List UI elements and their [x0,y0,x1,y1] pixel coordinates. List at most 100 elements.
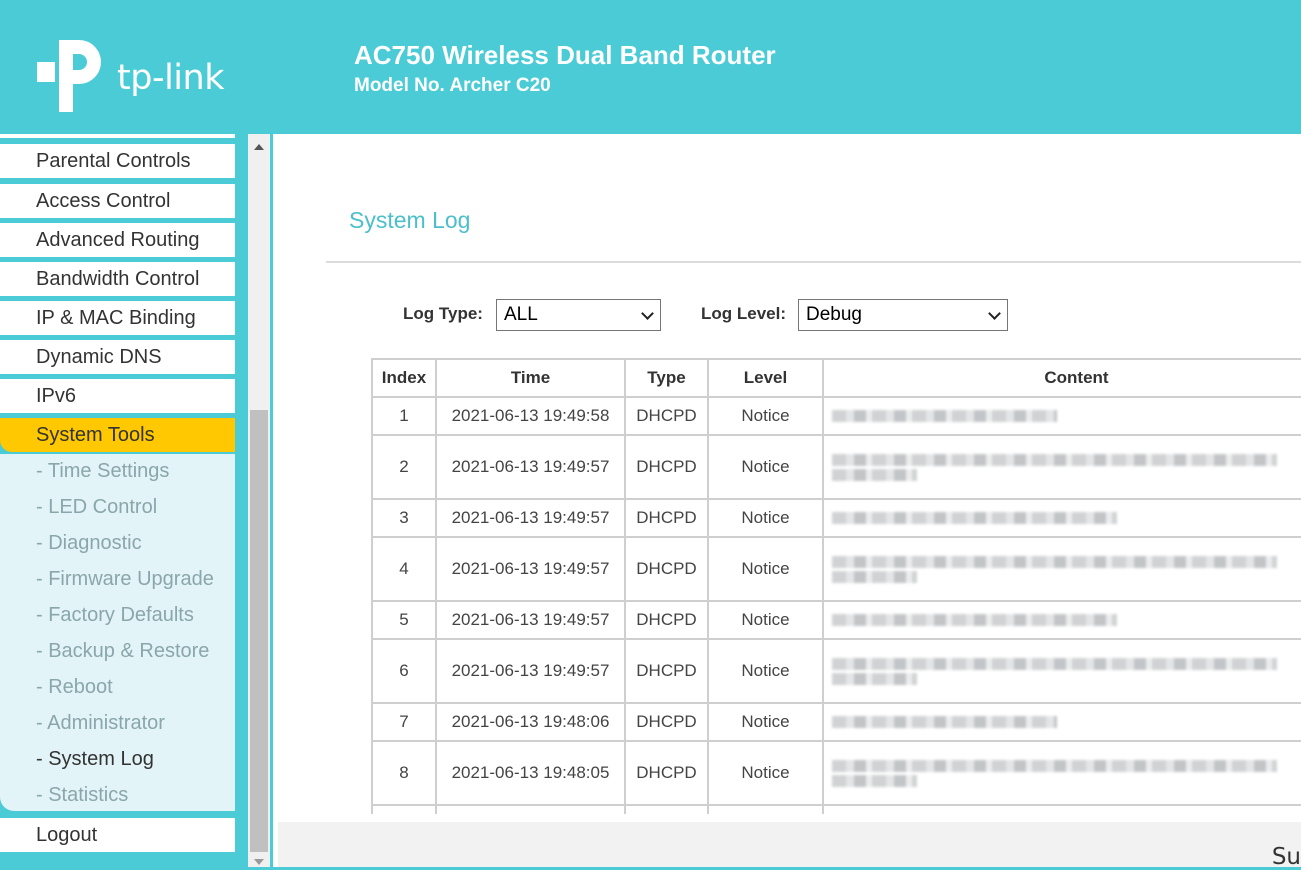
table-row: 7 2021-06-13 19:48:06 DHCPD Notice [371,702,1301,742]
cell-index: 6 [371,638,437,704]
sidebar-item-label: Bandwidth Control [36,268,200,290]
header: tp-link AC750 Wireless Dual Band Router … [0,0,1301,134]
sidebar-item-label: Access Control [36,190,171,212]
sidebar-item-system-tools[interactable]: System Tools [0,418,235,452]
cell-content-redacted [822,396,1301,436]
submenu-item-reboot[interactable]: - Reboot [36,676,113,699]
submenu-item-statistics[interactable]: - Statistics [36,784,128,807]
cell-time: 2021-06-13 19:49:57 [435,498,626,538]
cell-type: DHCPD [624,396,709,436]
main-content: System Log Log Type: ALL Log Level: Debu… [273,134,1301,867]
table-row: 4 2021-06-13 19:49:57 DHCPD Notice [371,536,1301,602]
footer-support-link[interactable]: Su [1272,844,1301,870]
scroll-down-arrow-icon[interactable] [254,859,264,865]
cell-index: 1 [371,396,437,436]
sidebar-item-label: IP & MAC Binding [36,307,196,329]
cell-type: DHCPD [624,740,709,806]
submenu-item-led-control[interactable]: - LED Control [36,496,157,519]
cell-index: 3 [371,498,437,538]
sidebar-item-ipv6[interactable]: IPv6 [0,379,235,413]
sidebar: Parental Controls Access Control Advance… [0,134,235,867]
cell-time: 2021-06-13 19:49:58 [435,396,626,436]
cell-content-redacted [822,600,1301,640]
tp-link-logo[interactable]: tp-link [37,40,237,115]
header-index: Index [371,358,437,398]
cell-content-redacted [822,536,1301,602]
tp-link-logo-icon [37,40,101,112]
table-row: 6 2021-06-13 19:49:57 DHCPD Notice [371,638,1301,704]
sidebar-item-ip-mac-binding[interactable]: IP & MAC Binding [0,301,235,335]
chevron-down-icon [641,307,654,320]
sidebar-item-label: Parental Controls [36,150,191,172]
cell-level: Notice [707,536,824,602]
sidebar-item-parental-controls[interactable]: Parental Controls [0,144,235,178]
log-level-select[interactable]: Debug [798,299,1008,331]
submenu-item-time-settings[interactable]: - Time Settings [36,460,169,483]
log-type-select[interactable]: ALL [496,299,661,331]
log-type-value: ALL [504,304,538,325]
cell-level: Notice [707,702,824,742]
cell-type: DHCPD [624,498,709,538]
table-row: 5 2021-06-13 19:49:57 DHCPD Notice [371,600,1301,640]
header-type: Type [624,358,709,398]
log-level-label: Log Level: [701,304,787,323]
sidebar-item-label: Advanced Routing [36,229,200,251]
table-row: 1 2021-06-13 19:49:58 DHCPD Notice [371,396,1301,436]
brand-name: tp-link [117,58,224,98]
title-divider [326,261,1301,263]
scroll-up-arrow-icon[interactable] [254,144,264,150]
submenu-item-backup-restore[interactable]: - Backup & Restore [36,640,209,663]
cell-content-redacted [822,434,1301,500]
cell-content-redacted [822,638,1301,704]
cell-level: Notice [707,638,824,704]
cell-index: 7 [371,702,437,742]
cell-level: Notice [707,396,824,436]
submenu-item-firmware-upgrade[interactable]: - Firmware Upgrade [36,568,214,591]
logout-label: Logout [36,824,98,846]
cell-time: 2021-06-13 19:49:57 [435,638,626,704]
cell-content-redacted [822,740,1301,806]
header-time: Time [435,358,626,398]
sidebar-item-advanced-routing[interactable]: Advanced Routing [0,223,235,257]
submenu-item-factory-defaults[interactable]: - Factory Defaults [36,604,194,627]
log-table-container[interactable]: Index Time Type Level Content 1 2021-06-… [371,358,1301,814]
logout-button[interactable]: Logout [0,818,235,852]
sidebar-item-bandwidth-control[interactable]: Bandwidth Control [0,262,235,296]
cell-time: 2021-06-13 19:48:06 [435,702,626,742]
cell-index: 2 [371,434,437,500]
cell-type: DHCPD [624,702,709,742]
cell-time: 2021-06-13 19:49:57 [435,536,626,602]
sidebar-item-hidden[interactable] [0,134,235,138]
cell-level: Notice [707,434,824,500]
log-level-value: Debug [806,304,862,325]
cell-time: 2021-06-13 19:48:05 [435,740,626,806]
submenu-item-administrator[interactable]: - Administrator [36,712,165,735]
cell-type: DHCPD [624,638,709,704]
header-level: Level [707,358,824,398]
cell-time: 2021-06-13 19:49:57 [435,434,626,500]
model-number: Model No. Archer C20 [354,75,551,96]
cell-content-redacted [822,498,1301,538]
table-row: 3 2021-06-13 19:49:57 DHCPD Notice [371,498,1301,538]
cell-time: 2021-06-13 19:49:57 [435,600,626,640]
sidebar-item-access-control[interactable]: Access Control [0,184,235,218]
cell-index: 8 [371,740,437,806]
cell-type: DHCPD [624,600,709,640]
sidebar-scrollbar[interactable] [248,134,270,867]
log-table: Index Time Type Level Content 1 2021-06-… [371,358,1301,814]
table-row: 2 2021-06-13 19:49:57 DHCPD Notice [371,434,1301,500]
cell-level: Notice [707,600,824,640]
header-content: Content [822,358,1301,398]
table-header-row: Index Time Type Level Content [371,358,1301,398]
table-row: 8 2021-06-13 19:48:05 DHCPD Notice [371,740,1301,806]
page-title: System Log [349,207,471,233]
sidebar-item-dynamic-dns[interactable]: Dynamic DNS [0,340,235,374]
submenu-item-diagnostic[interactable]: - Diagnostic [36,532,142,555]
cell-level: Notice [707,740,824,806]
sidebar-item-label: IPv6 [36,385,77,407]
submenu-item-system-log[interactable]: - System Log [36,748,154,771]
sidebar-item-label: Dynamic DNS [36,346,162,368]
footer: Su [278,822,1301,870]
sidebar-item-label: System Tools [36,424,155,446]
scroll-thumb[interactable] [250,410,268,852]
